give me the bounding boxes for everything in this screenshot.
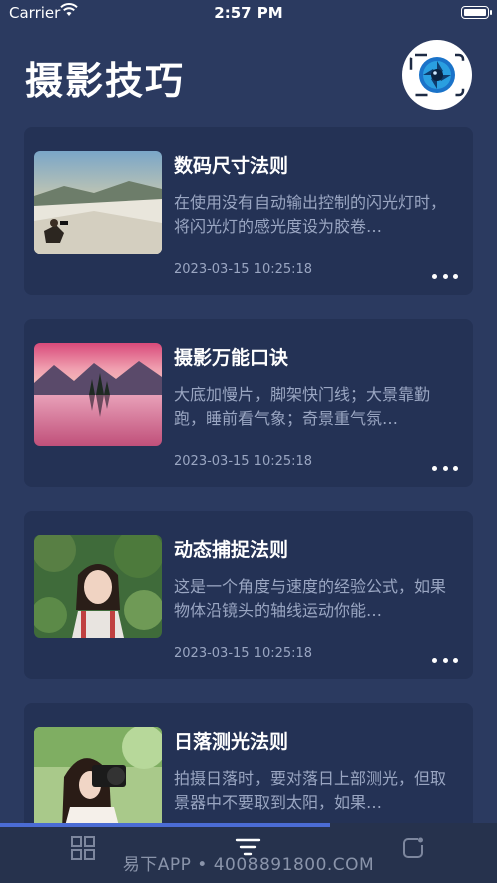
article-summary: 大底加慢片，脚架快门线；大景靠勤跑，睡前看气象；奇景重气氛…: [174, 385, 431, 428]
article-date: 2023-03-15 10:25:18: [174, 262, 313, 277]
article-title: 数码尺寸法则: [174, 155, 289, 177]
article-thumbnail: [34, 727, 162, 830]
article-card[interactable]: 摄影万能口诀 大底加慢片，脚架快门线；大景靠勤跑，睡前看气象；奇景重气氛… 20…: [24, 319, 473, 487]
article-thumbnail: [34, 151, 162, 254]
article-thumbnail: [34, 535, 162, 638]
clock: 2:57 PM: [214, 4, 283, 22]
article-title: 日落测光法则: [174, 731, 289, 753]
article-card[interactable]: 数码尺寸法则 在使用没有自动输出控制的闪光灯时，将闪光灯的感光度设为胶卷… 20…: [24, 127, 473, 295]
page-title: 摄影技巧: [25, 59, 186, 103]
camera-lens-icon[interactable]: [402, 40, 472, 110]
more-icon[interactable]: [432, 463, 458, 473]
article-summary: 在使用没有自动输出控制的闪光灯时，将闪光灯的感光度设为胶卷…: [174, 193, 447, 236]
article-summary: 这是一个角度与速度的经验公式，如果物体沿镜头的轴线运动你能…: [174, 577, 447, 620]
article-title: 摄影万能口诀: [174, 347, 289, 369]
article-thumbnail: [34, 343, 162, 446]
article-date: 2023-03-15 10:25:18: [174, 454, 313, 469]
article-title: 动态捕捉法则: [174, 539, 289, 561]
more-icon[interactable]: [432, 271, 458, 281]
article-card[interactable]: 动态捕捉法则 这是一个角度与速度的经验公式，如果物体沿镜头的轴线运动你能… 20…: [24, 511, 473, 679]
article-date: 2023-03-15 10:25:18: [174, 646, 313, 661]
status-bar: Carrier 2:57 PM: [0, 0, 497, 26]
more-icon[interactable]: [432, 655, 458, 665]
battery-icon: [461, 6, 492, 19]
scroll-progress-bar: [0, 823, 330, 827]
article-summary: 拍摄日落时，要对落日上部测光，但取景器中不要取到太阳，如果…: [174, 769, 447, 812]
watermark: 易下APP • 4008891800.COM: [122, 855, 375, 875]
